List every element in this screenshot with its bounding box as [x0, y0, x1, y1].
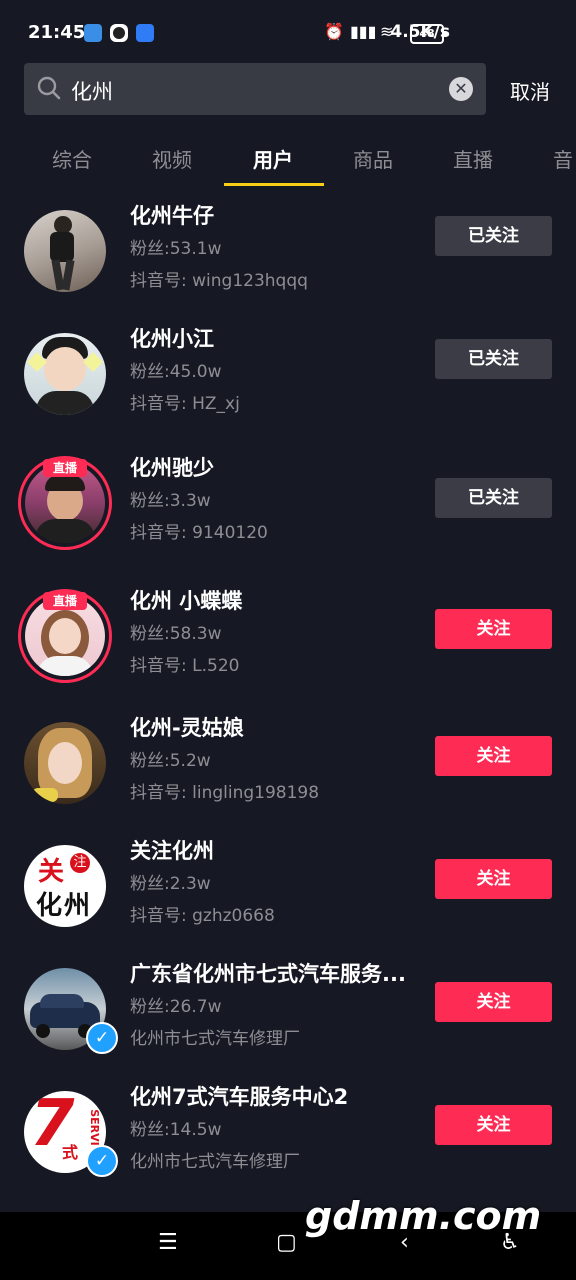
douyin-id: 抖音号: HZ_xj [130, 394, 240, 414]
fan-count: 粉丝:3.3w [130, 491, 211, 511]
menu-icon[interactable]: ☰ [158, 1230, 178, 1255]
user-name[interactable]: 化州小江 [130, 323, 420, 353]
user-name[interactable]: 广东省化州市七式汽车服务... [130, 958, 420, 988]
clear-icon[interactable]: ✕ [449, 77, 473, 101]
douyin-id: 抖音号: 9140120 [130, 523, 268, 543]
search-box[interactable]: 化州 ✕ [24, 63, 486, 115]
cancel-button[interactable]: 取消 [510, 76, 550, 105]
user-name[interactable]: 化州7式汽车服务中心2 [130, 1081, 420, 1111]
avatar[interactable]: 关 注 化州 [24, 845, 106, 927]
follow-button[interactable]: 关注 [435, 982, 552, 1022]
user-name[interactable]: 化州牛仔 [130, 200, 420, 230]
follow-button[interactable]: 关注 [435, 859, 552, 899]
wifi-icon: ≋ [380, 22, 394, 41]
home-icon[interactable]: ▢ [276, 1230, 297, 1255]
fan-count: 粉丝:53.1w [130, 239, 222, 259]
logo-small-char: 式 [62, 1143, 79, 1162]
tab-music[interactable]: 音 [553, 144, 573, 173]
search-icon [37, 76, 61, 100]
user-row[interactable]: 7 式 SERVI ✓ 化州7式汽车服务中心2 粉丝:14.5w 化州市七式汽车… [0, 1085, 576, 1211]
douyin-id: 抖音号: L.520 [130, 656, 240, 676]
tab-users[interactable]: 用户 [253, 144, 293, 173]
follow-button[interactable]: 关注 [435, 736, 552, 776]
tab-all[interactable]: 综合 [52, 144, 92, 173]
signal-icon: ▮▮▮ [350, 22, 377, 41]
user-row[interactable]: 直播 化州 小蝶蝶 粉丝:58.3w 抖音号: L.520 关注 [0, 589, 576, 715]
logo-char: 关 [38, 857, 65, 887]
user-name[interactable]: 化州-灵姑娘 [130, 712, 420, 742]
tab-products[interactable]: 商品 [353, 144, 393, 173]
live-avatar[interactable]: 直播 [18, 589, 112, 683]
status-time: 21:45 [28, 22, 86, 43]
verified-icon: ✓ [86, 1145, 118, 1177]
tab-underline [224, 183, 324, 186]
fan-count: 粉丝:5.2w [130, 751, 211, 771]
live-avatar[interactable]: 直播 [18, 456, 112, 550]
user-name[interactable]: 化州 小蝶蝶 [130, 585, 420, 615]
avatar[interactable] [24, 722, 106, 804]
fan-count: 粉丝:26.7w [130, 997, 222, 1017]
douyin-id: 化州市七式汽车修理厂 [130, 1152, 300, 1172]
douyin-id: 抖音号: wing123hqqq [130, 271, 308, 291]
douyin-id: 化州市七式汽车修理厂 [130, 1029, 300, 1049]
follow-button[interactable]: 关注 [435, 609, 552, 649]
fan-count: 粉丝:14.5w [130, 1120, 222, 1140]
alarm-icon: ⏰ [324, 22, 344, 41]
user-name[interactable]: 化州驰少 [130, 452, 420, 482]
followed-button[interactable]: 已关注 [435, 216, 552, 256]
douyin-id: 抖音号: gzhz0668 [130, 906, 275, 926]
logo-side-text: SERVI [87, 1109, 101, 1146]
shield-app-icon [136, 24, 154, 42]
battery-icon: 48 [410, 24, 447, 44]
fan-count: 粉丝:2.3w [130, 874, 211, 894]
fan-count: 粉丝:58.3w [130, 624, 222, 644]
live-badge: 直播 [43, 459, 87, 477]
tab-live[interactable]: 直播 [453, 144, 493, 173]
user-row[interactable]: 化州小江 粉丝:45.0w 抖音号: HZ_xj 已关注 [0, 327, 576, 453]
user-row[interactable]: 化州牛仔 粉丝:53.1w 抖音号: wing123hqqq 已关注 [0, 204, 576, 330]
user-name[interactable]: 关注化州 [130, 835, 420, 865]
search-input[interactable]: 化州 [71, 76, 113, 106]
verified-icon: ✓ [86, 1022, 118, 1054]
tab-videos[interactable]: 视频 [152, 144, 192, 173]
avatar[interactable] [24, 333, 106, 415]
fan-count: 粉丝:45.0w [130, 362, 222, 382]
followed-button[interactable]: 已关注 [435, 478, 552, 518]
followed-button[interactable]: 已关注 [435, 339, 552, 379]
follow-button[interactable]: 关注 [435, 1105, 552, 1145]
app-circle-icon [110, 24, 128, 42]
avatar[interactable] [24, 210, 106, 292]
logo-small-char: 注 [70, 853, 90, 873]
watermark: gdmm.com [305, 1194, 542, 1238]
user-row[interactable]: 关 注 化州 关注化州 粉丝:2.3w 抖音号: gzhz0668 关注 [0, 839, 576, 965]
douyin-id: 抖音号: lingling198198 [130, 783, 320, 803]
logo-text: 化州 [36, 891, 93, 921]
live-badge: 直播 [43, 592, 87, 610]
user-row[interactable]: 直播 化州驰少 粉丝:3.3w 抖音号: 9140120 已关注 [0, 456, 576, 582]
user-row[interactable]: 化州-灵姑娘 粉丝:5.2w 抖音号: lingling198198 关注 [0, 716, 576, 842]
calendar-app-icon [84, 24, 102, 42]
status-bar: 21:45 4.5K/s ⏰ ▮▮▮ ≋ 48 [0, 0, 576, 62]
user-row[interactable]: ✓ 广东省化州市七式汽车服务... 粉丝:26.7w 化州市七式汽车修理厂 关注 [0, 962, 576, 1088]
